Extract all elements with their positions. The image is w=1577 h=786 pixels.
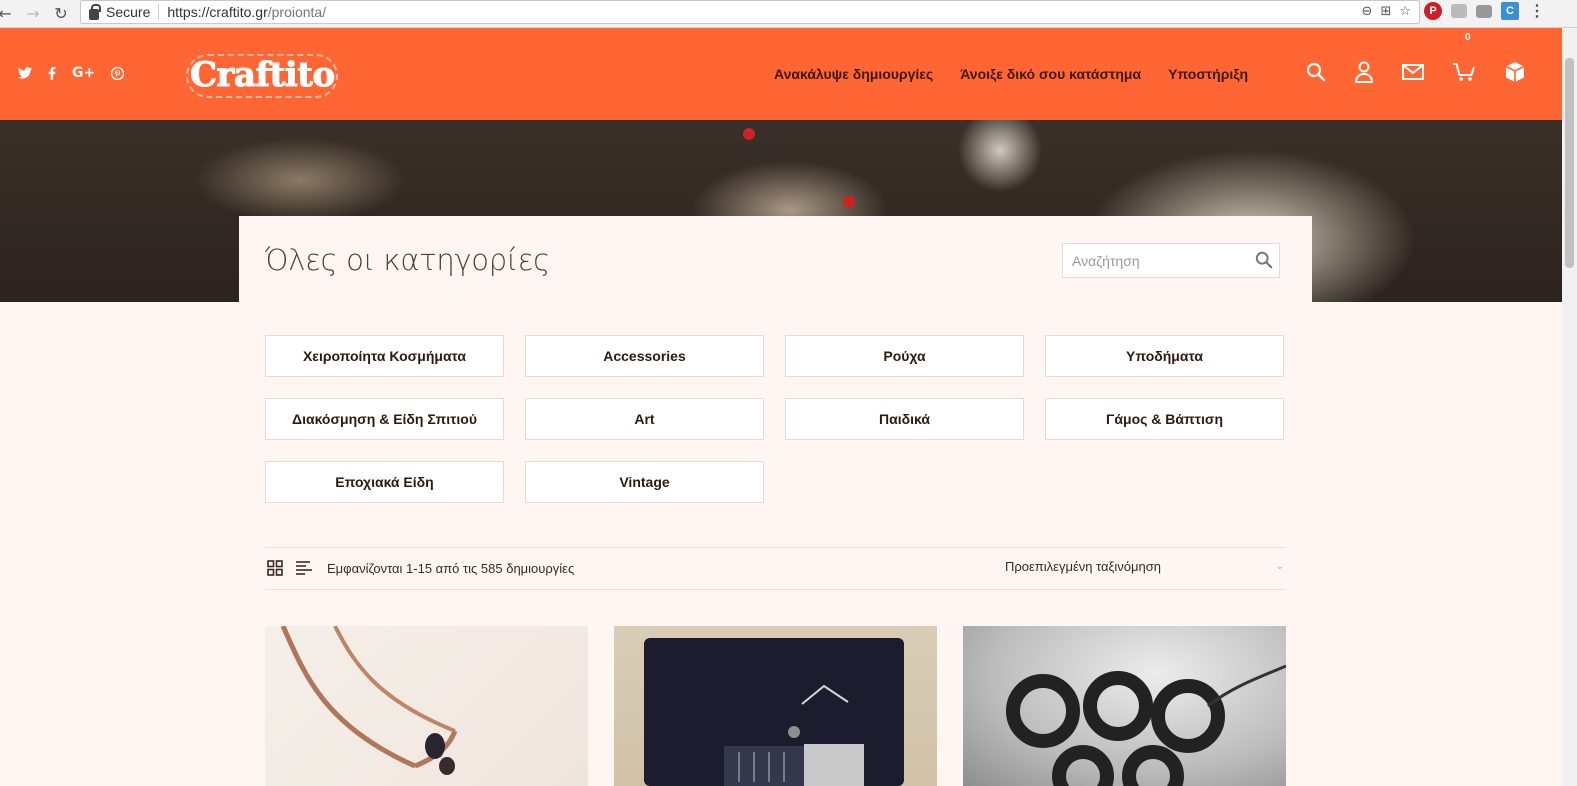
product-image [280, 626, 458, 775]
category-wedding-baptism[interactable]: Γάμος & Βάπτιση [1045, 398, 1284, 440]
result-count: Εμφανίζονται 1-15 από τις 585 δημιουργίε… [327, 561, 575, 576]
sort-selected-value: Προεπιλεγμένη ταξινόμηση [1005, 559, 1161, 574]
search-input[interactable] [1063, 244, 1243, 277]
category-seasonal[interactable]: Εποχιακά Είδη [265, 461, 504, 503]
c-extension-icon[interactable]: C [1501, 2, 1519, 20]
product-card[interactable] [614, 626, 937, 786]
browser-menu-icon[interactable]: ⋮ [1528, 2, 1546, 20]
grid-view-icon[interactable] [267, 560, 283, 576]
category-home-decor[interactable]: Διακόσμηση & Είδη Σπιτιού [265, 398, 504, 440]
product-card[interactable] [963, 626, 1286, 786]
hero-decoration [743, 128, 755, 140]
lock-icon [89, 3, 101, 20]
nav-discover-creations[interactable]: Ανακάλυψε δημιουργίες [774, 66, 933, 82]
product-card[interactable] [265, 626, 588, 786]
results-toolbar: Εμφανίζονται 1-15 από τις 585 δημιουργίε… [265, 547, 1286, 590]
user-icon[interactable] [1354, 61, 1374, 83]
product-image [1006, 664, 1286, 786]
back-button[interactable]: ← [0, 2, 18, 24]
reload-button[interactable]: ↻ [48, 2, 74, 24]
scrollbar-thumb[interactable] [1565, 58, 1574, 268]
omnibox-divider [158, 4, 160, 20]
chevron-down-icon: ⌄ [1275, 561, 1284, 572]
url-path: /proionta/ [267, 4, 327, 20]
list-view-icon[interactable] [296, 560, 313, 576]
category-vintage[interactable]: Vintage [525, 461, 764, 503]
address-bar[interactable]: Secure https://craftito.gr/proionta/ ⊖ ⊞… [80, 0, 1420, 24]
header-actions [1306, 61, 1526, 83]
browser-toolbar: ← → ↻ Secure https://craftito.gr/proiont… [0, 0, 1577, 28]
facebook-icon[interactable] [48, 66, 56, 80]
page-title: Όλες οι κατηγορίες [265, 243, 550, 277]
drive-extension-icon[interactable] [1451, 4, 1467, 18]
url-host: https://craftito.gr [167, 4, 268, 20]
mail-icon[interactable] [1402, 64, 1424, 80]
box-icon[interactable] [1504, 61, 1526, 83]
category-kids[interactable]: Παιδικά [785, 398, 1024, 440]
craftito-logo[interactable]: Craftito [190, 55, 336, 96]
category-art[interactable]: Art [525, 398, 764, 440]
cart-count-badge: 0 [1465, 32, 1471, 43]
google-plus-icon[interactable]: G+ [72, 65, 95, 81]
translate-icon[interactable]: ⊞ [1380, 4, 1391, 19]
nav-support[interactable]: Υποστήριξη [1168, 66, 1248, 82]
sort-select[interactable]: Προεπιλεγμένη ταξινόμηση ⌄ [1005, 559, 1286, 574]
hero-decoration [843, 196, 855, 208]
category-handmade-jewelry[interactable]: Χειροποίητα Κοσμήματα [265, 335, 504, 377]
nav-open-shop[interactable]: Άνοιξε δικό σου κατάστημα [960, 66, 1141, 82]
zoom-icon[interactable]: ⊖ [1362, 4, 1373, 19]
pinterest-icon[interactable] [111, 66, 125, 80]
twitter-icon[interactable] [18, 67, 32, 79]
category-accessories[interactable]: Accessories [525, 335, 764, 377]
pinterest-extension-icon[interactable]: P [1424, 2, 1442, 20]
forward-button[interactable]: → [20, 2, 46, 24]
social-links: G+ [18, 65, 125, 81]
cart-icon[interactable] [1452, 62, 1476, 82]
category-footwear[interactable]: Υποδήματα [1045, 335, 1284, 377]
main-nav: Ανακάλυψε δημιουργίες Άνοιξε δικό σου κα… [774, 66, 1248, 82]
page-scrollbar[interactable] [1562, 28, 1577, 786]
bookmark-star-icon[interactable]: ☆ [1399, 4, 1411, 19]
category-clothing[interactable]: Ρούχα [785, 335, 1024, 377]
category-search [1062, 243, 1280, 278]
search-submit-icon[interactable] [1255, 251, 1273, 269]
camera-extension-icon[interactable] [1476, 4, 1492, 18]
product-image [644, 638, 904, 786]
search-icon[interactable] [1306, 62, 1326, 82]
secure-label: Secure [106, 4, 151, 20]
site-header: G+ Craftito Ανακάλυψε δημιουργίες Άνοιξε… [0, 28, 1562, 120]
